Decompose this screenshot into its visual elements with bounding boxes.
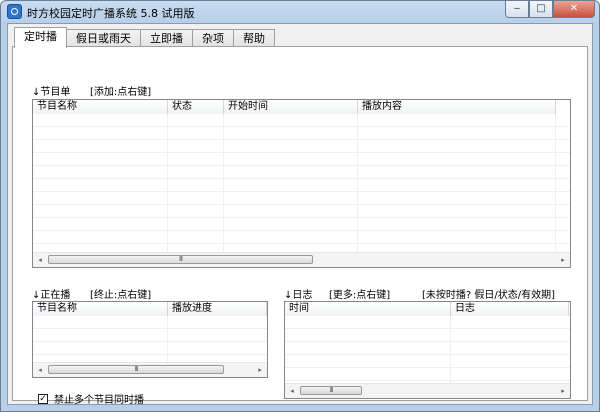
schedule-hscrollbar[interactable]: ◂ III ▸ <box>33 252 570 267</box>
schedule-list[interactable]: 节目名称 状态 开始时间 播放内容 ◂ III ▸ <box>32 99 571 268</box>
scroll-left-icon[interactable]: ◂ <box>285 384 299 398</box>
scroll-thumb[interactable]: III <box>48 365 224 374</box>
scroll-left-icon[interactable]: ◂ <box>33 253 47 267</box>
tab-strip: 定时播 假日或雨天 立即播 杂项 帮助 <box>14 27 275 48</box>
scroll-right-icon[interactable]: ▸ <box>253 363 267 377</box>
client-area: 定时播 假日或雨天 立即播 杂项 帮助 ↓节目单 [添加:点右键] 节目名称 状… <box>7 23 593 406</box>
playing-list[interactable]: 节目名称 播放进度 ◂ III ▸ <box>32 301 268 378</box>
tab-panel-scheduled: ↓节目单 [添加:点右键] 节目名称 状态 开始时间 播放内容 ◂ III ▸ <box>12 46 588 406</box>
minimize-button[interactable]: ‒ <box>505 1 529 18</box>
tab-scheduled[interactable]: 定时播 <box>14 27 67 48</box>
log-rows <box>285 316 570 384</box>
playing-hint: [终止:点右键] <box>90 290 152 301</box>
no-overlap-checkbox[interactable]: ✓ <box>38 393 48 404</box>
scroll-thumb[interactable]: III <box>300 386 362 395</box>
column-status[interactable]: 状态 <box>168 100 224 114</box>
column-time[interactable]: 时间 <box>285 302 451 316</box>
scroll-right-icon[interactable]: ▸ <box>556 253 570 267</box>
window-title: 时方校园定时广播系统 5.8 试用版 <box>27 7 195 20</box>
app-window: 时方校园定时广播系统 5.8 试用版 ‒ □ ✕ 定时播 假日或雨天 立即播 杂… <box>0 0 600 412</box>
log-hint: [更多:点右键] <box>329 290 391 301</box>
playing-heading: ↓正在播 <box>32 290 71 301</box>
no-overlap-label[interactable]: 禁止多个节目同时播 <box>54 391 144 406</box>
column-program-name[interactable]: 节目名称 <box>33 100 168 114</box>
log-list[interactable]: 时间 日志 ◂ III ▸ <box>284 301 571 399</box>
column-play-progress[interactable]: 播放进度 <box>168 302 267 316</box>
title-bar[interactable]: 时方校园定时广播系统 5.8 试用版 ‒ □ ✕ <box>1 1 599 23</box>
schedule-header: 节目名称 状态 开始时间 播放内容 <box>33 100 556 115</box>
log-hint-schedule: [未按时播? 假日/状态/有效期] <box>422 290 556 301</box>
column-log[interactable]: 日志 <box>451 302 569 316</box>
schedule-heading: ↓节目单 <box>32 87 71 98</box>
column-play-content[interactable]: 播放内容 <box>358 100 556 114</box>
schedule-hint: [添加:点右键] <box>90 87 152 98</box>
caption-buttons: ‒ □ ✕ <box>505 1 595 19</box>
scroll-thumb[interactable]: III <box>48 255 313 264</box>
playing-header: 节目名称 播放进度 <box>33 302 267 317</box>
close-button[interactable]: ✕ <box>553 1 595 18</box>
log-header: 时间 日志 <box>285 302 569 317</box>
maximize-button[interactable]: □ <box>529 1 553 18</box>
column-start-time[interactable]: 开始时间 <box>224 100 358 114</box>
playing-rows <box>33 316 267 363</box>
app-icon <box>7 4 22 19</box>
log-heading: ↓日志 <box>284 290 313 301</box>
schedule-rows <box>33 114 570 253</box>
no-overlap-option[interactable]: ✓ 禁止多个节目同时播 <box>38 391 144 406</box>
column-playing-program-name[interactable]: 节目名称 <box>33 302 168 316</box>
scroll-left-icon[interactable]: ◂ <box>33 363 47 377</box>
playing-hscrollbar[interactable]: ◂ III ▸ <box>33 362 267 377</box>
log-hscrollbar[interactable]: ◂ III ▸ <box>285 383 570 398</box>
scroll-right-icon[interactable]: ▸ <box>556 384 570 398</box>
